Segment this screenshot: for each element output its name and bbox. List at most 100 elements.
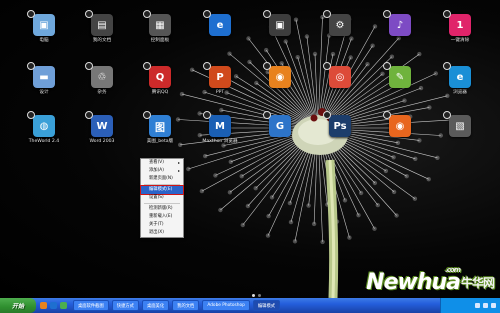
delete-badge-icon[interactable] bbox=[27, 111, 35, 119]
ie-icon: e bbox=[203, 10, 231, 36]
delete-badge-icon[interactable] bbox=[263, 10, 271, 18]
chrome-icon: ◎ bbox=[323, 62, 351, 88]
desktop-qq-shortcut[interactable]: Q 腾讯QQ bbox=[138, 62, 182, 110]
network-icon[interactable] bbox=[475, 303, 480, 308]
delete-badge-icon[interactable] bbox=[203, 62, 211, 70]
desktop-folder-shortcut[interactable]: ▬ 设计 bbox=[22, 62, 66, 110]
desktop-settings-shortcut[interactable]: ⚙ bbox=[318, 10, 362, 58]
menu-item-label: 退出(X) bbox=[149, 230, 164, 235]
menu-item-5[interactable]: 设置(S) bbox=[141, 194, 183, 202]
desktop-firefox-2-shortcut[interactable]: ◉ bbox=[258, 62, 302, 110]
taskbar-button-label: 桌面美化 bbox=[146, 303, 165, 309]
desktop-ppt-shortcut[interactable]: P PPT bbox=[198, 62, 242, 110]
qq-icon: Q bbox=[143, 62, 171, 88]
ppt-icon: P bbox=[203, 62, 231, 88]
menu-item-7[interactable]: 重新载入(E) bbox=[141, 213, 183, 221]
taskbar-button-6[interactable]: 编辑模式 bbox=[252, 300, 281, 311]
taskbar-button-label: Adobe Photoshop bbox=[207, 303, 245, 308]
menu-item-3[interactable]: 新建页面(N) bbox=[141, 175, 183, 183]
menu-item-2[interactable]: 添加(A) ▸ bbox=[141, 167, 183, 175]
desktop-photoshop-shortcut[interactable]: Ps bbox=[318, 111, 362, 159]
desktop-one-key-shortcut[interactable]: 1 一键清除 bbox=[438, 10, 482, 58]
desktop-icon-label: 浏览器 bbox=[453, 90, 467, 95]
desktop-firefox-shortcut[interactable]: ◉ bbox=[378, 111, 422, 159]
start-button[interactable]: 开始 bbox=[0, 298, 36, 313]
menu-item-label: 检测新版(R) bbox=[149, 206, 173, 211]
quick-launch-icon-2[interactable] bbox=[50, 302, 57, 309]
desktop-photo-shortcut[interactable]: ▧ bbox=[438, 111, 482, 159]
desktop-edit-shortcut[interactable]: ✎ bbox=[378, 62, 422, 110]
menu-item-1[interactable]: 查看(V) ▸ bbox=[141, 159, 183, 167]
taskbar-button-4[interactable]: 我的文档 bbox=[172, 300, 200, 311]
watermark-cn: 牛华网 bbox=[460, 276, 495, 290]
desktop-chrome-shortcut[interactable]: ◎ bbox=[318, 62, 362, 110]
menu-separator bbox=[144, 184, 180, 185]
taskbar-button-1[interactable]: 桌面软件截图 bbox=[73, 300, 109, 311]
task-list: 桌面软件截图 快捷方式 桌面美化 我的文档 Adobe Photoshop 编辑模式 bbox=[73, 300, 283, 311]
delete-badge-icon[interactable] bbox=[85, 10, 93, 18]
delete-badge-icon[interactable] bbox=[383, 62, 391, 70]
delete-badge-icon[interactable] bbox=[443, 10, 451, 18]
photoshop-icon: Ps bbox=[323, 111, 351, 137]
delete-badge-icon[interactable] bbox=[143, 62, 151, 70]
delete-badge-icon[interactable] bbox=[443, 111, 451, 119]
desktop-recycle-shortcut[interactable]: ♲ 杂务 bbox=[80, 62, 124, 110]
desktop-control-panel-shortcut[interactable]: ▦ 控制面板 bbox=[138, 10, 182, 58]
delete-badge-icon[interactable] bbox=[143, 111, 151, 119]
desktop-app-2-shortcut[interactable]: ▣ bbox=[258, 10, 302, 58]
desktop-g-shortcut[interactable]: G bbox=[258, 111, 302, 159]
delete-badge-icon[interactable] bbox=[143, 10, 151, 18]
desktop-icon-label: 控制面板 bbox=[150, 38, 170, 43]
delete-badge-icon[interactable] bbox=[263, 111, 271, 119]
volume-icon[interactable] bbox=[483, 303, 488, 308]
delete-badge-icon[interactable] bbox=[323, 10, 331, 18]
desktop-theworld-shortcut[interactable]: ◍ TheWorld 2.4 bbox=[22, 111, 66, 159]
control-panel-icon: ▦ bbox=[143, 10, 171, 36]
quick-launch-icon-3[interactable] bbox=[60, 302, 67, 309]
desktop-browser-shortcut[interactable]: e 浏览器 bbox=[438, 62, 482, 110]
page-dot-2[interactable] bbox=[258, 294, 261, 297]
quick-launch-icon-1[interactable] bbox=[40, 302, 47, 309]
page-dot-1[interactable] bbox=[252, 294, 255, 297]
delete-badge-icon[interactable] bbox=[323, 62, 331, 70]
taskbar-button-2[interactable]: 快捷方式 bbox=[111, 300, 139, 311]
menu-item-6[interactable]: 检测新版(R) bbox=[141, 205, 183, 213]
desktop-icon-label: 电脑 bbox=[39, 38, 49, 43]
delete-badge-icon[interactable] bbox=[85, 62, 93, 70]
desktop-ie-shortcut[interactable]: e bbox=[198, 10, 242, 58]
menu-item-label: 关于(T) bbox=[149, 222, 164, 227]
desktop-icon-label: Maxthon 浏览器 bbox=[202, 139, 238, 144]
menu-item-label: 查看(V) bbox=[149, 160, 164, 165]
system-tray bbox=[440, 298, 500, 313]
delete-badge-icon[interactable] bbox=[203, 111, 211, 119]
desktop-icon-label: 杂务 bbox=[97, 90, 107, 95]
delete-badge-icon[interactable] bbox=[443, 62, 451, 70]
theworld-icon: ◍ bbox=[27, 111, 55, 137]
desktop-icon-label: 美图_beta版 bbox=[146, 139, 174, 144]
ime-icon[interactable] bbox=[491, 303, 496, 308]
taskbar-button-5[interactable]: Adobe Photoshop bbox=[202, 300, 250, 311]
menu-item-8[interactable]: 关于(T) bbox=[141, 221, 183, 229]
menu-item-4[interactable]: 编辑模式(E) bbox=[140, 185, 184, 195]
menu-item-label: 设置(S) bbox=[149, 195, 164, 200]
delete-badge-icon[interactable] bbox=[203, 10, 211, 18]
app-icon-2: ▣ bbox=[263, 10, 291, 36]
menu-item-9[interactable]: 退出(X) bbox=[141, 229, 183, 237]
desktop-documents-shortcut[interactable]: ▤ 我的文档 bbox=[80, 10, 124, 58]
delete-badge-icon[interactable] bbox=[383, 10, 391, 18]
delete-badge-icon[interactable] bbox=[263, 62, 271, 70]
desktop-music-shortcut[interactable]: ♪ bbox=[378, 10, 422, 58]
delete-badge-icon[interactable] bbox=[27, 10, 35, 18]
desktop-computer-shortcut[interactable]: ▣ 电脑 bbox=[22, 10, 66, 58]
desktop-maxthon-shortcut[interactable]: M Maxthon 浏览器 bbox=[198, 111, 242, 159]
taskbar-button-label: 编辑模式 bbox=[257, 303, 276, 309]
desktop-word-shortcut[interactable]: W Word 2003 bbox=[80, 111, 124, 159]
taskbar-button-3[interactable]: 桌面美化 bbox=[141, 300, 170, 311]
desktop-picture-shortcut[interactable]: 图美图_beta版 bbox=[138, 111, 182, 159]
delete-badge-icon[interactable] bbox=[27, 62, 35, 70]
submenu-arrow-icon: ▸ bbox=[177, 168, 180, 173]
delete-badge-icon[interactable] bbox=[323, 111, 331, 119]
delete-badge-icon[interactable] bbox=[85, 111, 93, 119]
delete-badge-icon[interactable] bbox=[383, 111, 391, 119]
folder-icon: ▬ bbox=[27, 62, 55, 88]
